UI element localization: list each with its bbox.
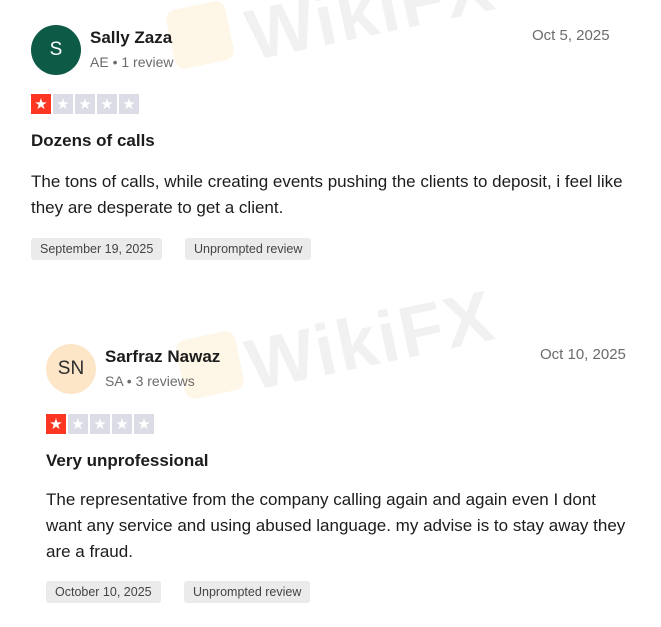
star-empty-icon: ★ [134, 414, 154, 434]
star-empty-icon: ★ [97, 94, 117, 114]
avatar[interactable]: S [31, 25, 81, 75]
star-empty-icon: ★ [112, 414, 132, 434]
reviewer-name[interactable]: Sally Zaza [90, 28, 172, 48]
experience-date-badge: October 10, 2025 [46, 581, 161, 603]
experience-date-badge: September 19, 2025 [31, 238, 163, 260]
unprompted-review-badge: Unprompted review [185, 238, 312, 260]
unprompted-review-badge: Unprompted review [184, 581, 311, 603]
reviewer-name[interactable]: Sarfraz Nawaz [105, 347, 220, 367]
review-body: The representative from the company call… [46, 490, 626, 561]
review-date: Oct 5, 2025 [532, 27, 610, 44]
watermark: WikiFX [239, 275, 502, 407]
review-date: Oct 10, 2025 [540, 346, 626, 363]
review-title[interactable]: Very unprofessional [46, 451, 209, 471]
reviewer-meta: SA • 3 reviews [105, 373, 195, 389]
watermark-logo [164, 0, 236, 71]
star-empty-icon: ★ [53, 94, 73, 114]
watermark: WikiFX [239, 0, 502, 77]
avatar-initials: S [49, 39, 63, 60]
reviewer-meta: AE • 1 review [90, 54, 174, 70]
star-rating: ★ ★ ★ ★ ★ [31, 94, 139, 114]
star-empty-icon: ★ [90, 414, 110, 434]
review-title[interactable]: Dozens of calls [31, 131, 155, 151]
star-filled-icon: ★ [46, 414, 66, 434]
star-empty-icon: ★ [119, 94, 139, 114]
star-empty-icon: ★ [75, 94, 95, 114]
avatar[interactable]: SN [46, 344, 96, 394]
avatar-initials: SN [57, 358, 85, 379]
star-filled-icon: ★ [31, 94, 51, 114]
star-rating: ★ ★ ★ ★ ★ [46, 414, 154, 434]
review-body: The tons of calls, while creating events… [31, 172, 623, 217]
star-empty-icon: ★ [68, 414, 88, 434]
